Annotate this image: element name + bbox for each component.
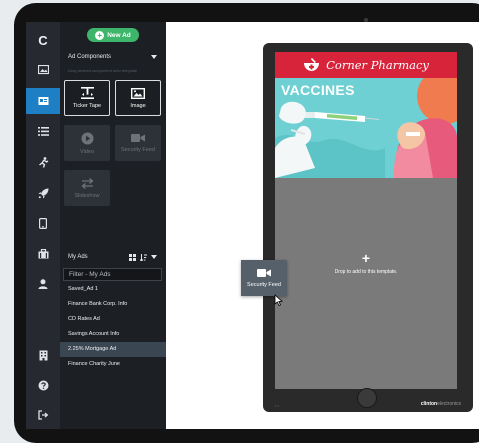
briefcase-icon [38,249,48,259]
caret-down-icon [151,55,157,59]
components-hint: Drag desired component onto template [68,68,138,73]
device-home-button [357,388,377,408]
plus-icon: + [95,30,105,40]
sign-out-icon [37,410,48,420]
mobile-icon [39,217,47,229]
dragged-security-feed-tile[interactable]: Security Feed [241,260,287,296]
building-icon [39,350,47,360]
app-logo[interactable]: C [26,27,60,53]
app-screen: C + New Ad Ad Components Drag desired co… [26,22,479,429]
component-security-feed[interactable]: Security Feed [115,125,161,161]
drop-zone-text: Drop to add to this template. [334,269,398,275]
ad-components-dropdown[interactable]: Ad Components [62,51,162,63]
component-image[interactable]: Image [115,80,161,116]
grid-view-icon[interactable] [129,253,136,261]
swap-icon [80,177,94,189]
rail-item-users[interactable] [26,271,60,297]
rail-item-company[interactable] [26,342,60,368]
ad-hero-image[interactable]: VACCINES [275,78,457,178]
ad-list-item[interactable]: Savings Account Info [60,327,166,342]
drop-zone[interactable]: + Drop to add to this template. [275,178,457,389]
camera-icon [131,134,145,142]
ad-list-item[interactable]: CD Rates Ad [60,312,166,327]
rail-item-list[interactable] [26,118,60,144]
display-icon [37,65,49,75]
list-icon [37,126,49,136]
plus-icon: + [361,250,371,266]
running-person-icon [38,156,48,168]
rocket-icon [38,188,48,198]
side-panel: + New Ad Ad Components Drag desired comp… [60,22,166,429]
hero-title: VACCINES [281,82,355,98]
cursor-pointer-icon [274,294,283,306]
ad-list-item-selected[interactable]: 2.25% Mortgage Ad [60,342,166,357]
ads-icon [38,97,48,105]
rail-item-displays[interactable] [26,57,60,83]
component-video[interactable]: Video [64,125,110,161]
device-indicator: • • [275,403,279,408]
component-ticker-tape[interactable]: Ticker Tape [64,80,110,116]
icon-rail: C [26,22,60,429]
rail-item-briefcase[interactable] [26,241,60,267]
caret-down-icon[interactable] [151,255,157,259]
ad-list-item[interactable]: Finance Charity June [60,357,166,372]
component-slideshow[interactable]: Slideshow [64,170,110,206]
rail-item-launch[interactable] [26,180,60,206]
rail-item-activity[interactable] [26,149,60,175]
mortar-pestle-icon [304,58,320,71]
play-icon [81,132,93,144]
brand-logo: clintonelectronics [420,401,461,407]
ad-list-item[interactable]: Saved_Ad 1 [60,282,166,297]
rail-item-help[interactable] [26,372,60,398]
user-icon [38,279,48,289]
sort-icon[interactable] [140,253,147,261]
ticker-tape-icon [80,87,94,99]
filter-my-ads-input[interactable] [63,268,162,281]
image-icon [131,87,145,99]
rail-item-ads[interactable] [26,88,60,114]
camera-icon [257,269,271,277]
rail-item-mobile[interactable] [26,210,60,236]
ad-header-banner[interactable]: Corner Pharmacy [275,52,457,78]
new-ad-button[interactable]: + New Ad [87,28,139,42]
signage-device: Corner Pharmacy VACCINES + Drop to add t… [263,43,473,412]
template-canvas: Corner Pharmacy VACCINES + Drop to add t… [166,22,479,429]
ad-list-item[interactable]: Finance Bank Corp. Info [60,297,166,312]
my-ads-header: My Ads [62,251,162,263]
rail-item-logout[interactable] [26,402,60,428]
help-icon [38,380,48,390]
